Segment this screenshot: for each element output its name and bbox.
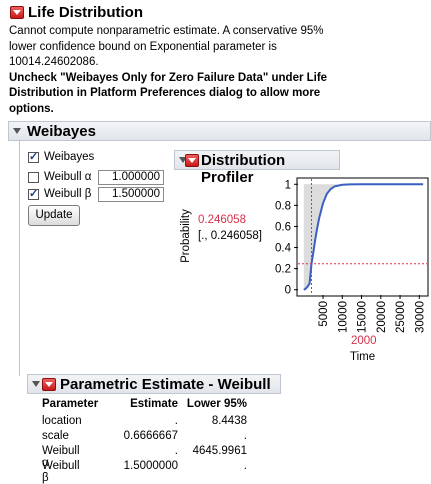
table-row-lower: 8.4438 <box>211 415 247 427</box>
confidence-band <box>303 184 424 290</box>
x-tick-label: 5000 <box>318 301 330 327</box>
weibayes-title: Weibayes <box>27 123 96 140</box>
disclosure-icon[interactable] <box>32 381 40 387</box>
red-triangle-menu-icon[interactable] <box>185 154 199 167</box>
table-row-param: location <box>42 415 82 427</box>
alpha-label: Weibull α <box>44 171 92 183</box>
x-tick-label: 30000 <box>414 301 426 333</box>
update-button[interactable]: Update <box>28 205 80 226</box>
disclosure-icon[interactable] <box>13 128 21 134</box>
y-axis-label: Probability <box>180 209 192 263</box>
alpha-checkbox-row[interactable]: Weibull α <box>28 171 91 183</box>
parametric-header[interactable]: Parametric Estimate - Weibull <box>27 374 281 394</box>
table-row-param: Weibull β <box>42 460 80 484</box>
weibayes-checkbox-row[interactable]: Weibayes <box>28 150 95 163</box>
message-line: lower confidence bound on Exponential pa… <box>9 40 277 53</box>
table-row-param: scale <box>42 430 69 442</box>
col-header-estimate: Estimate <box>130 398 178 410</box>
y-tick-label: 0.2 <box>275 264 291 276</box>
y-tick-label: 0 <box>285 285 291 297</box>
y-tick-label: 0.8 <box>275 200 291 212</box>
table-row-lower: . <box>243 430 247 442</box>
profiler-title: Distribution Profiler <box>201 152 286 186</box>
cdf-curve <box>303 183 424 291</box>
col-header-parameter: Parameter <box>42 398 99 410</box>
y-gridlines <box>294 183 298 291</box>
weibayes-checkbox-label: Weibayes <box>44 151 95 163</box>
uncheck-line: Distribution in Platform Preferences dia… <box>9 87 321 99</box>
probability-interval: [., 0.246058] <box>198 230 262 242</box>
uncheck-line: Uncheck "Weibayes Only for Zero Failure … <box>9 71 328 84</box>
table-row-estimate: . <box>174 415 178 427</box>
red-triangle-menu-icon[interactable] <box>42 378 56 391</box>
weibayes-checkbox[interactable] <box>28 150 39 163</box>
life-distribution-header[interactable]: Life Distribution <box>0 2 431 22</box>
table-row-lower: . <box>243 460 247 472</box>
message-line: Cannot compute nonparametric estimate. A… <box>9 25 324 37</box>
x-tick-label: 20000 <box>376 301 388 333</box>
profiler-header[interactable]: Distribution Profiler <box>174 150 340 186</box>
col-header-lower95: Lower 95% <box>186 398 247 410</box>
y-tick-label: 0.4 <box>275 243 292 255</box>
weibayes-header[interactable]: Weibayes <box>8 121 431 141</box>
table-row-estimate: 0.6666667 <box>123 430 178 442</box>
beta-input[interactable]: 1.500000 <box>98 187 164 202</box>
table-row-estimate: . <box>174 445 178 457</box>
alpha-input[interactable]: 1.000000 <box>98 170 164 185</box>
current-x-value[interactable]: 2000 <box>351 335 377 347</box>
life-distribution-title: Life Distribution <box>28 3 143 21</box>
x-tick-labels: 5000 10000 15000 20000 25000 30000 <box>318 295 426 333</box>
message-line: 10014.24602086. <box>9 56 99 68</box>
beta-checkbox-row[interactable]: Weibull β <box>28 187 92 200</box>
y-tick-labels: 00.20.40.60.81 <box>275 179 292 296</box>
x-tick-label: 15000 <box>357 301 369 333</box>
alpha-checkbox[interactable] <box>28 171 39 183</box>
table-row-estimate: 1.5000000 <box>123 460 178 472</box>
x-tick-label: 10000 <box>337 301 349 333</box>
beta-checkbox[interactable] <box>28 187 39 200</box>
plot-frame <box>296 177 429 297</box>
x-tick-label: 25000 <box>395 301 407 333</box>
x-axis-label: Time <box>350 351 376 363</box>
current-probability-value[interactable]: 0.246058 <box>198 214 246 226</box>
red-triangle-menu-icon[interactable] <box>10 5 24 19</box>
uncheck-line: options. <box>9 102 54 115</box>
parametric-title: Parametric Estimate - Weibull <box>60 376 271 393</box>
beta-label: Weibull β <box>44 188 92 200</box>
life-distribution-message: Cannot compute nonparametric estimate. A… <box>9 24 327 117</box>
weibayes-left-border <box>19 141 20 376</box>
table-row-lower: 4645.9961 <box>192 445 247 457</box>
y-tick-label: 0.6 <box>275 221 291 233</box>
